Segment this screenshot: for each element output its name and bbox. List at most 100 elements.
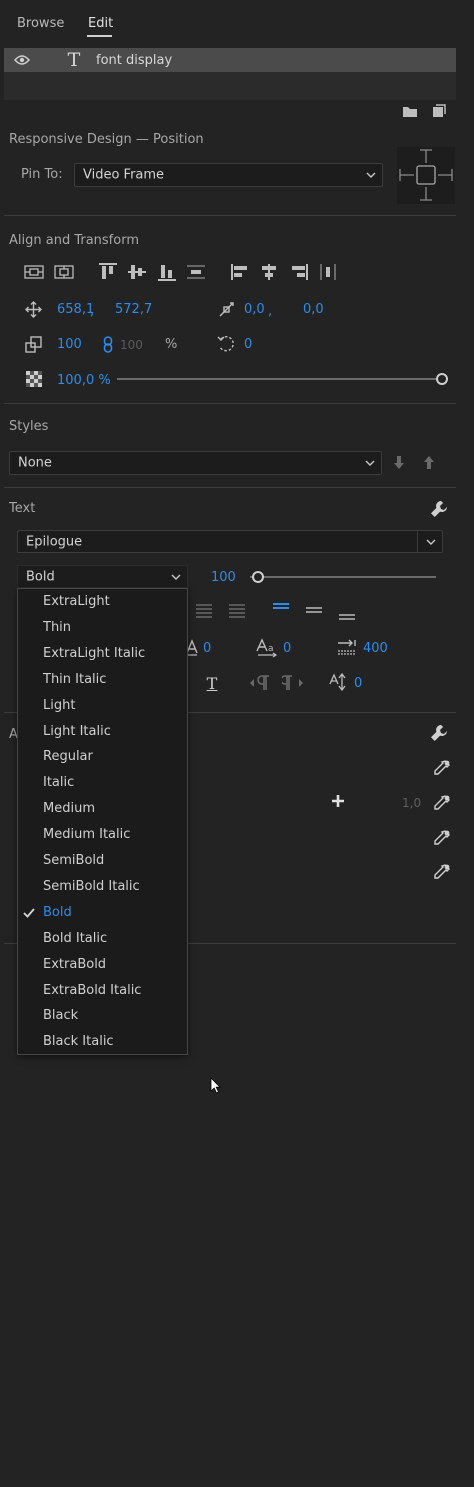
font-style-menu-item[interactable]: ExtraLight Italic — [43, 643, 145, 665]
font-style-menu-item[interactable]: ExtraBold Italic — [43, 980, 141, 1002]
chevron-down-icon — [366, 172, 376, 178]
align-middle-icon[interactable] — [127, 263, 147, 281]
distribute-vertical-icon[interactable] — [186, 263, 206, 281]
divider — [4, 487, 456, 488]
eye-icon[interactable] — [14, 54, 30, 66]
align-text-middle-icon[interactable] — [305, 603, 323, 619]
chevron-down-icon — [171, 574, 181, 580]
position-y-value[interactable]: 572,7 — [115, 302, 152, 317]
justify-left-icon[interactable] — [195, 603, 213, 619]
anchor-y-value[interactable]: 0,0 — [303, 302, 324, 317]
font-style-menu-item[interactable]: Medium — [43, 798, 95, 820]
align-transform-title: Align and Transform — [9, 233, 139, 248]
font-style-menu-item[interactable]: Bold Italic — [43, 928, 107, 950]
distribute-horizontal-icon[interactable] — [318, 263, 338, 281]
font-style-menu-item[interactable]: SemiBold — [43, 850, 104, 872]
font-style-menu-item[interactable]: ExtraBold — [43, 954, 106, 976]
align-left-icon[interactable] — [230, 263, 250, 281]
align-top-icon[interactable] — [98, 263, 118, 281]
align-center-icon[interactable] — [259, 263, 279, 281]
wrench-icon[interactable] — [430, 500, 448, 518]
scale-value[interactable]: 100 — [57, 337, 82, 352]
wrench-icon[interactable] — [430, 724, 448, 742]
align-horizontal-center-frame-icon[interactable] — [24, 264, 44, 280]
justify-right-icon[interactable] — [228, 603, 246, 619]
responsive-title: Responsive Design — Position — [9, 132, 204, 147]
tracking-value[interactable]: 0 — [283, 641, 291, 656]
font-style-dropdown[interactable]: Bold — [17, 565, 188, 588]
styles-title: Styles — [9, 419, 49, 434]
font-size-slider[interactable] — [250, 570, 436, 584]
position-x-value[interactable]: 658,1 — [57, 302, 94, 317]
anchor-point-icon — [218, 301, 235, 318]
font-family-value: Epilogue — [26, 534, 83, 549]
kerning-value[interactable]: 0 — [203, 641, 211, 656]
layer-row[interactable]: T font display — [4, 48, 456, 72]
pull-style-up-icon[interactable] — [422, 454, 436, 470]
divider — [4, 403, 456, 404]
underline-icon[interactable]: T — [204, 673, 220, 693]
leading-value[interactable]: 400 — [363, 641, 388, 656]
font-style-menu-item[interactable]: Thin — [43, 617, 71, 639]
font-style-menu[interactable]: ExtraLight Thin ExtraLight Italic Thin Ital… — [17, 588, 188, 1055]
align-text-bottom-icon[interactable] — [338, 606, 356, 622]
align-text-top-icon[interactable] — [272, 601, 290, 617]
tab-edit-underline — [87, 35, 112, 37]
paragraph-rtl-icon[interactable] — [282, 674, 304, 692]
opacity-checker-icon — [26, 371, 42, 387]
font-style-menu-item[interactable]: SemiBold Italic — [43, 876, 140, 898]
stroke-eyedropper-icon[interactable] — [433, 794, 451, 812]
rotation-icon — [217, 334, 237, 354]
opacity-slider-thumb[interactable] — [436, 373, 448, 385]
styles-value: None — [18, 455, 52, 471]
baseline-shift-value[interactable]: 0 — [354, 676, 362, 691]
leading-icon — [336, 639, 358, 657]
font-style-menu-item[interactable]: Italic — [43, 772, 74, 794]
fill-eyedropper-icon[interactable] — [433, 759, 451, 777]
font-family-dropdown[interactable]: Epilogue — [17, 530, 443, 553]
layer-name: font display — [96, 53, 173, 68]
align-right-icon[interactable] — [289, 263, 309, 281]
paragraph-ltr-icon[interactable] — [249, 674, 271, 692]
folder-icon[interactable] — [402, 104, 418, 118]
font-size-slider-thumb[interactable] — [252, 571, 264, 583]
opacity-slider-track — [117, 378, 448, 380]
tab-browse[interactable]: Browse — [17, 16, 64, 31]
rotation-value[interactable]: 0 — [244, 337, 252, 352]
shadow-eyedropper-icon[interactable] — [433, 863, 451, 881]
tracking-icon: a — [256, 638, 278, 658]
align-bottom-icon[interactable] — [157, 263, 177, 281]
add-stroke-icon[interactable] — [330, 793, 345, 808]
pin-to-value: Video Frame — [83, 167, 165, 183]
push-style-down-icon[interactable] — [392, 454, 406, 470]
stroke-width-value[interactable]: 1,0 — [402, 796, 421, 810]
font-style-menu-item[interactable]: Medium Italic — [43, 824, 130, 846]
font-style-menu-item[interactable]: Black Italic — [43, 1031, 114, 1053]
font-size-slider-track — [250, 576, 436, 578]
tab-edit[interactable]: Edit — [88, 16, 113, 31]
chevron-down-icon — [365, 460, 375, 466]
anchor-separator: , — [268, 304, 273, 319]
opacity-value[interactable]: 100,0 % — [57, 373, 111, 388]
font-style-menu-item[interactable]: Regular — [43, 746, 93, 768]
font-style-menu-item[interactable]: Bold — [43, 902, 72, 924]
scale-icon — [25, 336, 42, 353]
background-eyedropper-icon[interactable] — [433, 829, 451, 847]
text-title: Text — [9, 501, 36, 516]
font-style-value: Bold — [26, 569, 55, 584]
font-style-menu-item[interactable]: Black — [43, 1005, 78, 1027]
font-style-menu-item[interactable]: Thin Italic — [43, 669, 106, 691]
link-icon[interactable] — [102, 336, 114, 353]
font-style-menu-item[interactable]: ExtraLight — [43, 591, 110, 613]
align-vertical-center-frame-icon[interactable] — [54, 264, 74, 280]
font-style-menu-item[interactable]: Light Italic — [43, 721, 111, 743]
new-layer-icon[interactable] — [432, 104, 446, 118]
font-size-value[interactable]: 100 — [211, 570, 236, 585]
pin-to-label: Pin To: — [21, 167, 63, 182]
styles-dropdown[interactable]: None — [9, 451, 382, 475]
anchor-x-value[interactable]: 0,0 — [244, 302, 265, 317]
font-style-menu-item[interactable]: Light — [43, 695, 75, 717]
pin-to-dropdown[interactable]: Video Frame — [74, 163, 383, 187]
pin-anchor-widget[interactable] — [397, 147, 455, 204]
opacity-slider[interactable] — [117, 372, 448, 386]
